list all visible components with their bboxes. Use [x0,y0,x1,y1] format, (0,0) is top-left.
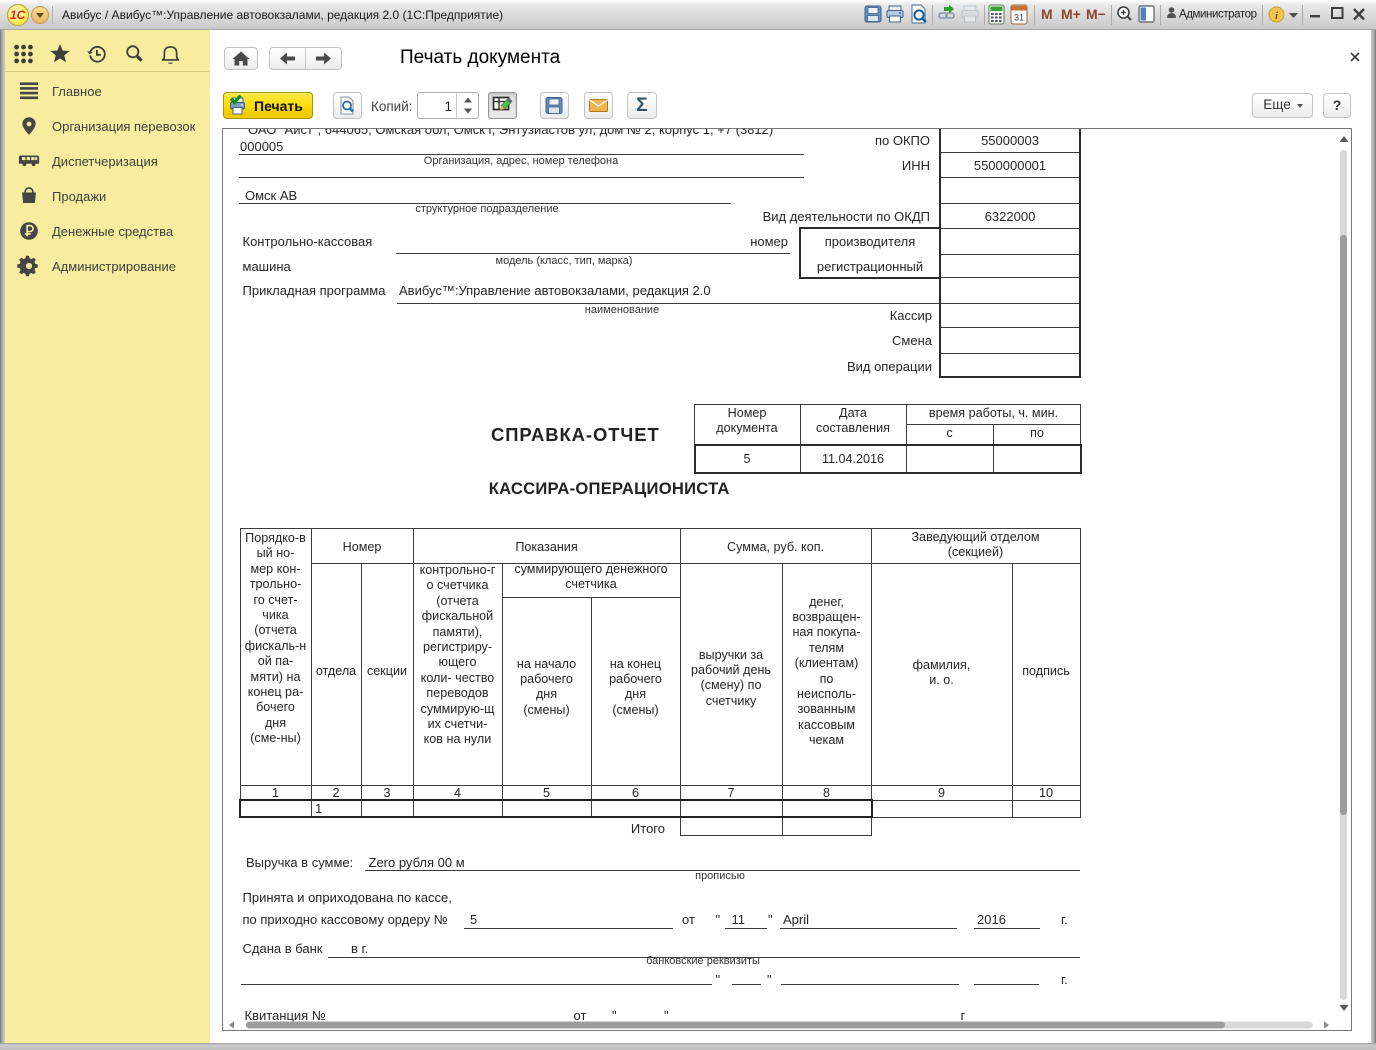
svg-text:M−: M− [1086,6,1106,22]
svg-text:M+: M+ [1061,6,1081,22]
svg-text:M: M [1041,6,1053,22]
svg-text:31: 31 [1014,13,1024,23]
svg-text:Администратор: Администратор [1179,9,1257,21]
